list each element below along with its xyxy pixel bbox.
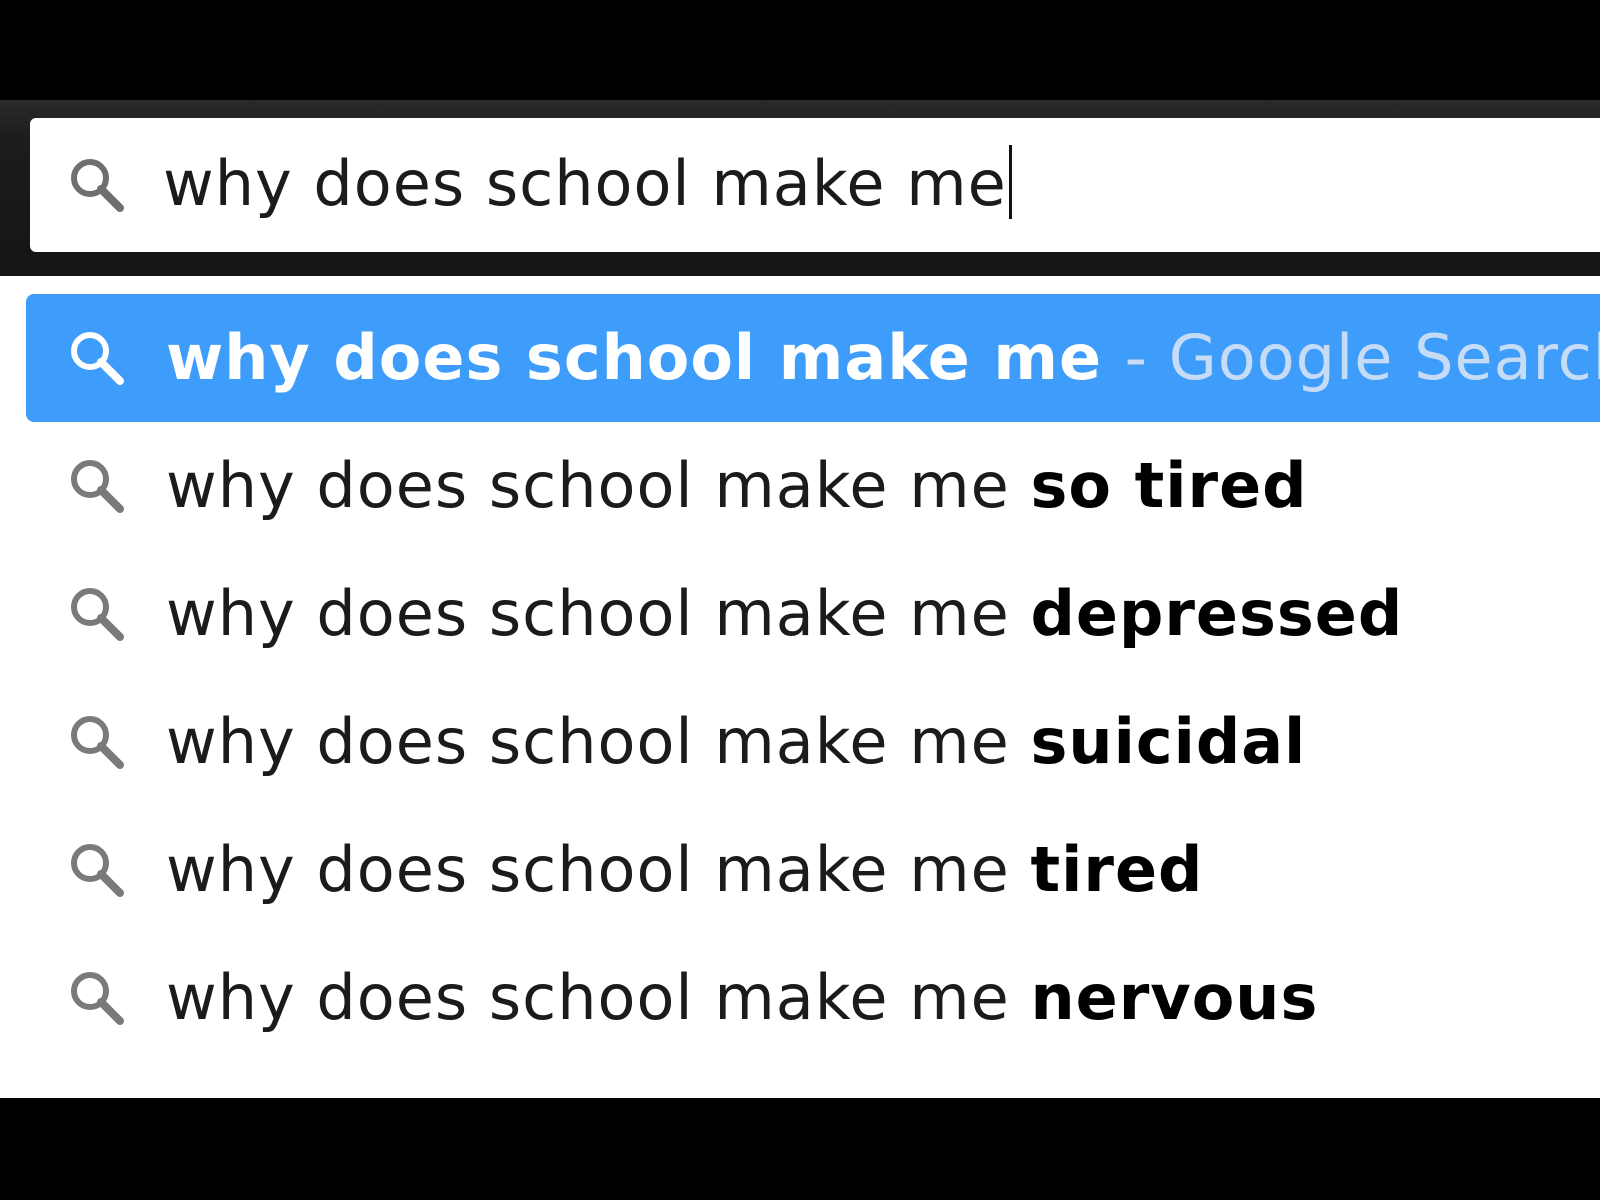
text-caret (1008, 145, 1012, 219)
suggestion-item[interactable]: why does school make me tired (26, 806, 1600, 934)
suggestion-prefix: why does school make me (166, 961, 1010, 1034)
suggestion-item[interactable]: why does school make me nervous (26, 934, 1600, 1062)
suggestion-completion: nervous (1030, 961, 1319, 1034)
suggestion-completion: depressed (1030, 577, 1404, 650)
search-icon (64, 581, 130, 647)
autocomplete-dropdown: why does school make me - Google Search … (0, 276, 1600, 1098)
search-icon (64, 325, 130, 391)
address-bar[interactable]: why does school make me (30, 118, 1600, 252)
suggestion-completion: so tired (1030, 449, 1308, 522)
search-query-text: why does school make me (163, 147, 1007, 220)
suggestion-engine-label: - Google Search (1124, 321, 1600, 394)
suggestion-item[interactable]: why does school make me depressed (26, 550, 1600, 678)
suggestion-item[interactable]: why does school make me so tired (26, 422, 1600, 550)
suggestion-completion: suicidal (1030, 705, 1307, 778)
suggestion-item[interactable]: why does school make me suicidal (26, 678, 1600, 806)
suggestion-completion: tired (1030, 833, 1204, 906)
search-icon (64, 837, 130, 903)
suggestion-label: why does school make me depressed (166, 574, 1403, 654)
suggestion-prefix: why does school make me (166, 833, 1010, 906)
suggestion-item-google-search[interactable]: why does school make me - Google Search (26, 294, 1600, 422)
suggestion-prefix: why does school make me (166, 577, 1010, 650)
suggestion-label: why does school make me tired (166, 830, 1203, 910)
screenshot-frame: why does school make me why does school … (0, 0, 1600, 1200)
suggestion-label: why does school make me nervous (166, 958, 1318, 1038)
suggestion-label: why does school make me so tired (166, 446, 1308, 526)
search-query-input[interactable]: why does school make me (163, 144, 1012, 224)
search-icon (64, 965, 130, 1031)
search-icon (64, 709, 130, 775)
suggestion-prefix: why does school make me (166, 705, 1010, 778)
suggestion-prefix: why does school make me (166, 321, 1103, 394)
suggestion-label: why does school make me - Google Search (166, 318, 1600, 398)
search-icon (64, 453, 130, 519)
suggestion-label: why does school make me suicidal (166, 702, 1306, 782)
suggestion-prefix: why does school make me (166, 449, 1010, 522)
search-icon (64, 152, 130, 218)
